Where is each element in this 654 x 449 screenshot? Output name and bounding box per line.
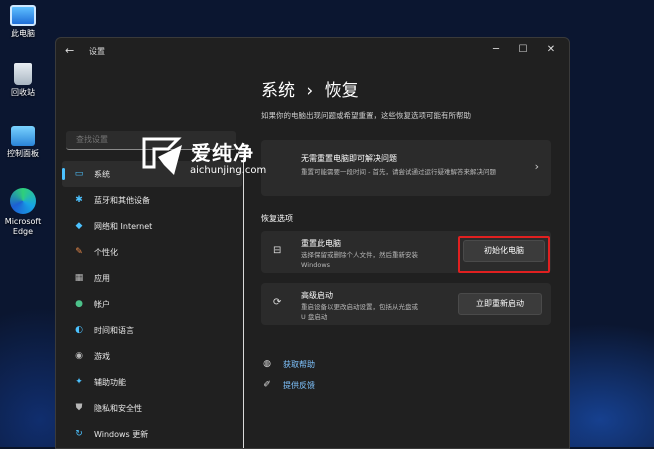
maximize-button[interactable]: ☐	[513, 42, 533, 58]
desktop-icon-label: 控制面板	[7, 149, 39, 158]
back-arrow-icon[interactable]: ←	[65, 44, 74, 57]
sidebar-nav: ▭ 系统 ✱ 蓝牙和其他设备 ◆ 网络和 Internet ✎ 个性化 ▦ 应用…	[62, 161, 242, 447]
desktop-icon-label: 此电脑	[11, 29, 35, 38]
close-button[interactable]: ✕	[541, 42, 561, 58]
panel-divider	[243, 158, 244, 448]
troubleshoot-card[interactable]: 无需重置电脑即可解决问题 重置可能需要一段时间 - 首先，请尝试通过运行疑难解答…	[261, 140, 551, 196]
desktop-icon-recycle-bin[interactable]: 回收站	[2, 63, 44, 98]
page-title: 系统 › 恢复	[261, 76, 359, 101]
feedback-icon: ✐	[263, 380, 271, 390]
breadcrumb-current: 恢复	[324, 81, 359, 101]
sidebar-item-accessibility[interactable]: ✦ 辅助功能	[62, 369, 242, 395]
sidebar-item-time-language[interactable]: ◐ 时间和语言	[62, 317, 242, 343]
advanced-startup-card: ⟳ 高级启动 重启设备以更改启动设置，包括从光盘或 U 盘启动 立即重新启动	[261, 283, 551, 325]
chevron-right-icon: ›	[534, 160, 539, 173]
time-language-icon: ◐	[75, 325, 83, 335]
watermark-url: aichunjing.com	[190, 165, 267, 176]
watermark-brand: 爱纯净	[191, 141, 254, 165]
network-icon: ◆	[75, 221, 83, 231]
edge-icon	[10, 188, 36, 214]
accessibility-icon: ✦	[75, 377, 83, 387]
watermark-logo	[142, 137, 182, 175]
card-title: 高级启动	[301, 291, 333, 300]
breadcrumb-separator: ›	[306, 81, 314, 101]
desktop-icon-label: 回收站	[11, 88, 35, 97]
card-subtitle-line2: Windows	[301, 261, 331, 269]
computer-icon	[10, 5, 36, 26]
title-bar: ← 设置 ─ ☐ ✕	[56, 38, 569, 64]
card-subtitle-line1: 重启设备以更改启动设置，包括从光盘或	[301, 303, 418, 311]
sidebar-item-label: 网络和 Internet	[94, 221, 153, 231]
control-panel-icon	[11, 126, 35, 146]
section-title: 恢复选项	[261, 214, 293, 223]
link-label: 获取帮助	[283, 359, 315, 369]
windows-update-icon: ↻	[75, 429, 83, 439]
restart-now-button[interactable]: 立即重新启动	[458, 293, 542, 315]
give-feedback-link[interactable]: ✐ 提供反馈	[261, 379, 315, 391]
system-icon: ▭	[74, 169, 84, 179]
privacy-icon: ⛊	[75, 403, 83, 413]
sidebar-item-gaming[interactable]: ◉ 游戏	[62, 343, 242, 369]
sidebar-item-bluetooth[interactable]: ✱ 蓝牙和其他设备	[62, 187, 242, 213]
card-subtitle-line2: U 盘启动	[301, 313, 328, 321]
link-label: 提供反馈	[283, 380, 315, 390]
minimize-button[interactable]: ─	[486, 42, 506, 58]
recycle-bin-icon	[14, 63, 32, 85]
sidebar-item-personalization[interactable]: ✎ 个性化	[62, 239, 242, 265]
sidebar-item-label: 游戏	[94, 351, 110, 361]
window-title: 设置	[89, 47, 105, 56]
breadcrumb-parent[interactable]: 系统	[261, 81, 295, 101]
desktop-icon-edge[interactable]: Microsoft Edge	[2, 188, 44, 237]
card-subtitle: 重置可能需要一段时间 - 首先，请尝试通过运行疑难解答来解决问题	[301, 168, 496, 176]
sidebar-item-apps[interactable]: ▦ 应用	[62, 265, 242, 291]
sidebar-item-label: 应用	[94, 273, 110, 283]
sidebar-item-label: 个性化	[94, 247, 118, 257]
desktop-icon-control-panel[interactable]: 控制面板	[2, 126, 44, 159]
card-subtitle-line1: 选择保留或删除个人文件，然后重新安装	[301, 251, 418, 259]
desktop-icon-this-pc[interactable]: 此电脑	[2, 3, 44, 39]
bluetooth-icon: ✱	[75, 195, 83, 205]
sidebar-item-label: 时间和语言	[94, 325, 134, 335]
sidebar-item-windows-update[interactable]: ↻ Windows 更新	[62, 421, 242, 447]
apps-icon: ▦	[74, 273, 84, 283]
sidebar-item-label: 蓝牙和其他设备	[94, 195, 150, 205]
sidebar-item-accounts[interactable]: ● 帐户	[62, 291, 242, 317]
watermark: 爱纯净 aichunjing.com	[138, 135, 298, 185]
settings-window: ← 设置 ─ ☐ ✕ ▭ 系统 ✱ 蓝牙和其他设备 ◆ 网络和 Internet…	[55, 37, 570, 449]
gaming-icon: ◉	[75, 351, 83, 361]
page-description: 如果你的电脑出现问题或希望重置，这些恢复选项可能有所帮助	[261, 111, 471, 120]
personalization-icon: ✎	[75, 247, 83, 257]
sidebar-item-label: 系统	[94, 169, 110, 179]
advanced-startup-icon: ⟳	[273, 297, 282, 308]
reset-pc-icon: ⊟	[273, 245, 282, 256]
sidebar-item-label: 辅助功能	[94, 377, 126, 387]
sidebar-item-label: 帐户	[94, 299, 110, 309]
help-icon: ◍	[263, 359, 271, 369]
desktop-icon-label: Microsoft Edge	[4, 217, 42, 236]
sidebar-item-label: 隐私和安全性	[94, 403, 142, 413]
sidebar-item-network[interactable]: ◆ 网络和 Internet	[62, 213, 242, 239]
sidebar-item-privacy[interactable]: ⛊ 隐私和安全性	[62, 395, 242, 421]
card-title: 无需重置电脑即可解决问题	[301, 154, 397, 163]
accounts-icon: ●	[75, 299, 83, 309]
sidebar-item-label: Windows 更新	[94, 429, 149, 439]
get-help-link[interactable]: ◍ 获取帮助	[261, 358, 315, 370]
highlight-box	[458, 236, 550, 273]
card-title: 重置此电脑	[301, 239, 341, 248]
